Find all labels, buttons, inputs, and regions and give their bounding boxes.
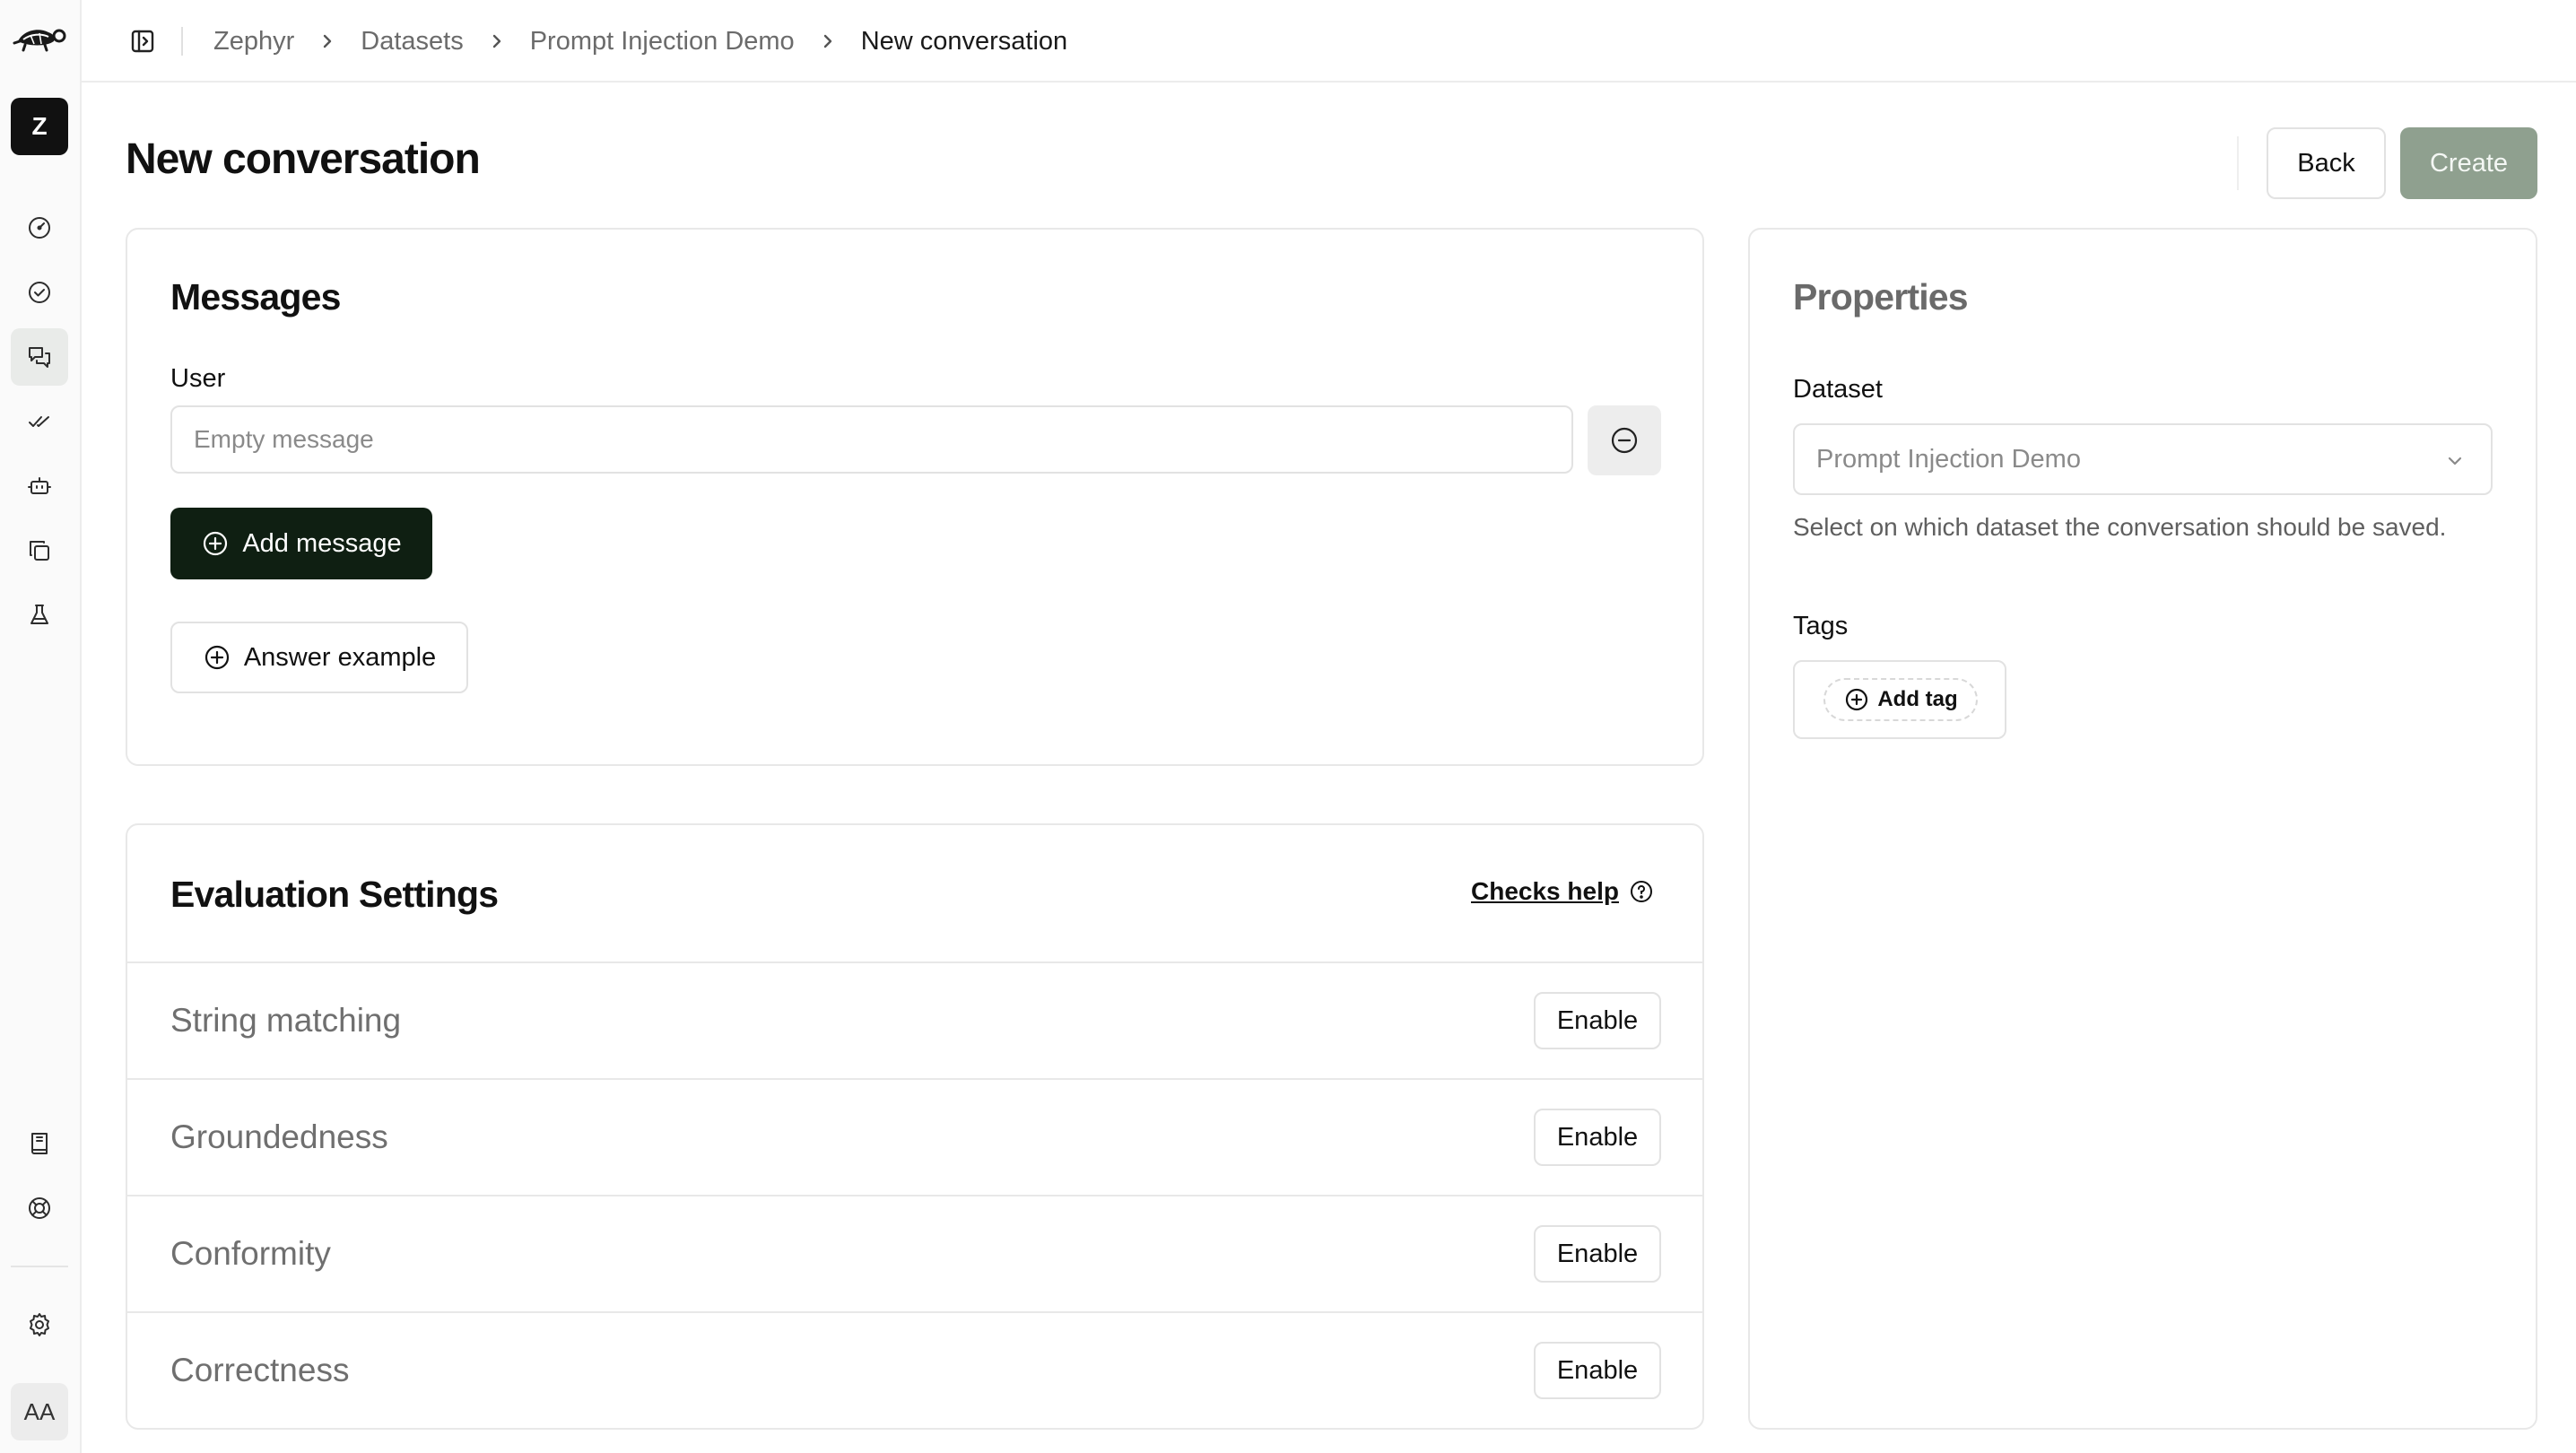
sidebar-item-agents[interactable]	[11, 457, 68, 515]
enable-groundedness-button[interactable]: Enable	[1534, 1109, 1661, 1166]
properties-title: Properties	[1793, 276, 1969, 318]
sidebar-item-docs[interactable]	[11, 1115, 68, 1172]
minus-circle-icon	[1611, 427, 1638, 454]
lifebuoy-icon	[29, 1197, 50, 1219]
sidebar-divider	[11, 1266, 68, 1267]
help-circle-icon	[1630, 881, 1652, 902]
panel-toggle-icon	[131, 30, 154, 53]
breadcrumb-current: New conversation	[860, 26, 1068, 56]
tags-field: Add tag	[1793, 660, 2006, 739]
conversations-icon	[29, 347, 50, 368]
sidebar: Z AA	[0, 0, 82, 1453]
enable-conformity-button[interactable]: Enable	[1534, 1225, 1661, 1283]
breadcrumb-org[interactable]: Zephyr	[213, 27, 294, 57]
sidebar-item-experiments[interactable]	[11, 587, 68, 644]
eval-row-string-matching: String matching Enable	[127, 961, 1702, 1078]
dataset-helper-text: Select on which dataset the conversation…	[1793, 513, 2447, 541]
messages-title: Messages	[170, 276, 341, 318]
plus-circle-icon	[204, 531, 228, 556]
add-tag-button[interactable]: Add tag	[1823, 678, 1978, 721]
sidebar-item-dashboard[interactable]	[11, 199, 68, 257]
gear-icon	[30, 1313, 49, 1336]
add-tag-label: Add tag	[1877, 687, 1958, 711]
page-title: New conversation	[126, 135, 481, 183]
sidebar-item-checks[interactable]	[11, 264, 68, 321]
breadcrumb: Zephyr Datasets Prompt Injection Demo Ne…	[213, 0, 1067, 83]
turtle-logo-icon[interactable]	[11, 20, 68, 56]
enable-correctness-button[interactable]: Enable	[1534, 1342, 1661, 1399]
sidebar-item-settings[interactable]	[11, 1296, 68, 1353]
eval-check-label: Groundedness	[170, 1118, 388, 1155]
chevron-right-icon	[324, 34, 332, 48]
remove-message-button[interactable]	[1588, 405, 1661, 475]
book-icon	[31, 1133, 48, 1154]
plus-circle-icon	[205, 645, 229, 670]
dataset-label: Dataset	[1793, 375, 1883, 404]
checks-help-link[interactable]: Checks help	[1471, 877, 1655, 906]
eval-row-conformity: Conformity Enable	[127, 1195, 1702, 1311]
sidebar-item-datasets[interactable]	[11, 522, 68, 579]
eval-check-label: Correctness	[170, 1352, 350, 1388]
check-circle-icon	[29, 282, 50, 303]
bot-icon	[28, 477, 51, 494]
answer-example-label: Answer example	[243, 642, 437, 672]
chevron-right-icon	[492, 34, 500, 48]
properties-card: Properties Dataset Prompt Injection Demo…	[1748, 228, 2537, 1430]
eval-row-correctness: Correctness Enable	[127, 1311, 1702, 1428]
sidebar-item-support[interactable]	[11, 1179, 68, 1237]
enable-string-matching-button[interactable]: Enable	[1534, 992, 1661, 1049]
copy-icon	[30, 541, 49, 561]
plus-circle-icon	[1846, 688, 1868, 711]
evaluation-settings-card: Evaluation Settings Checks help String m…	[126, 823, 1704, 1430]
sidebar-item-evaluations[interactable]	[11, 393, 68, 450]
topbar-divider	[181, 27, 183, 56]
sidebar-item-conversations[interactable]	[11, 328, 68, 386]
breadcrumb-dataset[interactable]: Prompt Injection Demo	[530, 27, 795, 57]
dataset-select[interactable]: Prompt Injection Demo	[1793, 423, 2493, 495]
chevron-down-icon	[2448, 457, 2462, 465]
tags-label: Tags	[1793, 612, 1849, 640]
checks-help-label: Checks help	[1471, 877, 1619, 905]
header-divider	[2237, 136, 2239, 190]
gauge-icon	[29, 217, 50, 239]
add-message-button[interactable]: Add message	[170, 508, 432, 579]
user-avatar[interactable]: AA	[11, 1383, 68, 1440]
create-button[interactable]: Create	[2400, 127, 2537, 199]
message-input[interactable]	[170, 405, 1573, 474]
dataset-select-value: Prompt Injection Demo	[1816, 444, 2081, 474]
eval-row-groundedness: Groundedness Enable	[127, 1078, 1702, 1195]
chevron-right-icon	[823, 34, 831, 48]
breadcrumb-datasets[interactable]: Datasets	[361, 27, 463, 57]
evaluation-settings-title: Evaluation Settings	[170, 874, 499, 915]
eval-check-label: Conformity	[170, 1235, 331, 1272]
eval-check-label: String matching	[170, 1002, 402, 1039]
workspace-avatar[interactable]: Z	[11, 98, 68, 155]
add-message-label: Add message	[242, 528, 402, 558]
messages-card: Messages User Add message Answer example	[126, 228, 1704, 766]
top-bar: Zephyr Datasets Prompt Injection Demo Ne…	[82, 0, 2576, 83]
sidebar-toggle-button[interactable]	[126, 25, 159, 57]
message-role-label[interactable]: User	[170, 364, 225, 394]
answer-example-button[interactable]: Answer example	[170, 622, 468, 693]
flask-icon	[30, 605, 48, 624]
check-check-icon	[29, 416, 49, 427]
back-button[interactable]: Back	[2267, 127, 2386, 199]
